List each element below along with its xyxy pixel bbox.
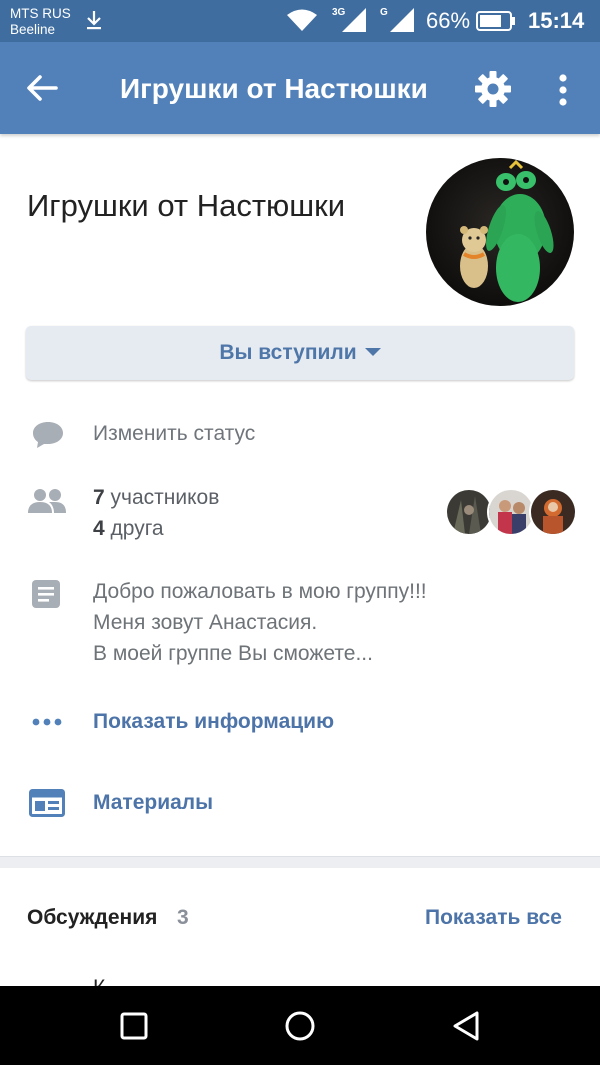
change-status-link[interactable]: Изменить статус: [93, 420, 255, 448]
members-count: 7: [93, 486, 105, 509]
document-icon: [32, 580, 60, 608]
battery-icon: [476, 11, 515, 31]
signal-g-icon: G: [380, 7, 414, 32]
net-type-1: 3G: [332, 7, 346, 18]
net-type-2: G: [380, 7, 388, 18]
members-info[interactable]: 7 участников 4 друга: [93, 482, 433, 544]
members-label: участников: [110, 486, 220, 509]
discussions-count: 3: [177, 906, 189, 929]
group-avatar[interactable]: [426, 158, 574, 306]
carrier-info: MTS RUS Beeline: [10, 6, 71, 38]
friend-avatars[interactable]: [445, 488, 577, 538]
wifi-icon: [287, 9, 317, 31]
description-line: Меня зовут Анастасия.: [93, 611, 318, 634]
more-horizontal-icon: [32, 718, 62, 726]
system-nav-bar: [0, 986, 600, 1065]
description-line: Добро пожаловать в мою группу!!!: [93, 580, 427, 603]
signal-3g-icon: 3G: [332, 7, 366, 32]
discussions-title: Обсуждения: [27, 906, 158, 929]
group-name: Игрушки от Настюшки: [27, 188, 346, 223]
gear-icon[interactable]: [472, 68, 514, 110]
more-vertical-icon[interactable]: [548, 70, 578, 110]
show-info-link[interactable]: Показать информацию: [93, 708, 334, 736]
caret-down-icon: [364, 348, 381, 356]
battery-percent: 66%: [426, 8, 471, 33]
back-nav-icon[interactable]: [446, 1006, 486, 1046]
toolbar-title: Игрушки от Настюшки: [120, 73, 428, 104]
people-icon: [28, 489, 66, 513]
download-icon: [87, 11, 101, 30]
friend-avatar: [487, 488, 535, 536]
app-toolbar: Игрушки от Настюшки: [0, 42, 600, 134]
joined-label: Вы вступили: [219, 341, 357, 364]
comment-icon: [33, 422, 63, 448]
description-line: В моей группе Вы сможете...: [93, 642, 373, 665]
joined-dropdown-button[interactable]: Вы вступили: [26, 326, 574, 380]
friends-count: 4: [93, 517, 105, 540]
home-icon[interactable]: [280, 1006, 320, 1046]
members-count-line: 7 участников: [93, 482, 433, 513]
carrier-name-2: Beeline: [10, 22, 56, 37]
back-arrow-icon[interactable]: [20, 66, 64, 110]
friend-avatar: [445, 488, 493, 536]
materials-link[interactable]: Материалы: [93, 789, 213, 817]
friend-avatar: [529, 488, 577, 536]
show-all-discussions-link[interactable]: Показать все: [425, 904, 562, 932]
clock: 15:14: [528, 8, 585, 33]
carrier-name-1: MTS RUS: [10, 6, 71, 21]
avatar-image: [426, 158, 574, 306]
recent-apps-icon[interactable]: [114, 1006, 154, 1046]
friends-label: друга: [110, 517, 164, 540]
friends-count-line: 4 друга: [93, 513, 433, 544]
group-description[interactable]: Добро пожаловать в мою группу!!! Меня зо…: [93, 576, 563, 669]
materials-icon: [29, 789, 65, 817]
section-divider: [0, 856, 600, 868]
status-bar: MTS RUS Beeline 3G G 66% 15:14: [0, 0, 600, 42]
